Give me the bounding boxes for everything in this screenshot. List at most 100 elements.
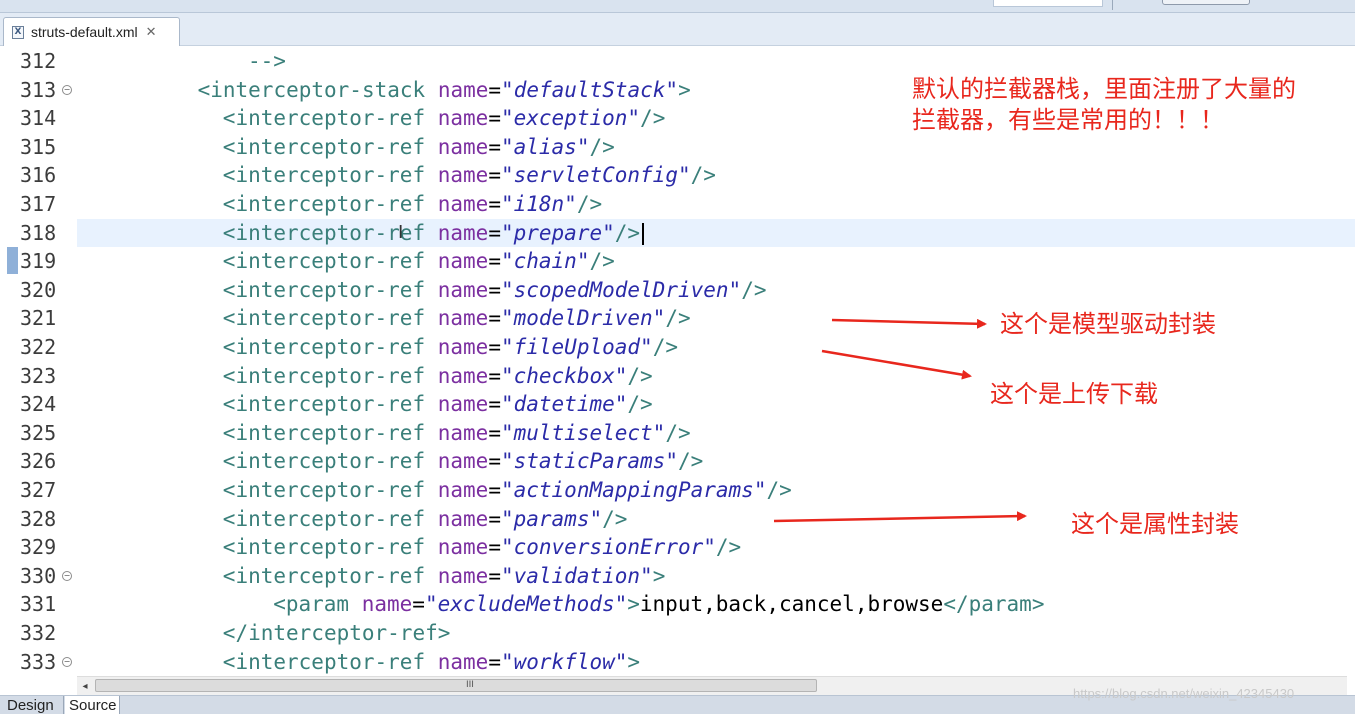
code-token: =: [488, 392, 501, 417]
code-text[interactable]: <interceptor-stack name="defaultStack">: [198, 78, 691, 102]
code-token: "defaultStack": [501, 77, 679, 102]
code-token: />: [602, 506, 628, 531]
code-line[interactable]: 332 </interceptor-ref>: [0, 619, 1355, 647]
line-number: 313: [20, 77, 57, 102]
code-text[interactable]: <interceptor-ref name="validation">: [223, 564, 666, 588]
code-token: name: [437, 306, 489, 331]
toolbar-button[interactable]: [1162, 0, 1250, 5]
code-token: name: [437, 478, 489, 502]
toolbar-field[interactable]: [993, 0, 1103, 7]
code-token: name: [437, 220, 489, 245]
fold-toggle-icon[interactable]: −: [62, 656, 72, 667]
code-line[interactable]: 327 <interceptor-ref name="actionMappingP…: [0, 476, 1355, 504]
code-token: >: [652, 563, 666, 588]
code-token: name: [437, 134, 489, 159]
code-token: />: [677, 449, 704, 474]
code-text[interactable]: <interceptor-ref name="modelDriven"/>: [223, 306, 691, 330]
code-text[interactable]: <interceptor-ref name="servletConfig"/>: [223, 163, 716, 187]
code-line[interactable]: 320 <interceptor-ref name="scopedModelDri…: [0, 276, 1355, 304]
source-editor[interactable]: 312 --> 313− <interceptor-stack name="defau…: [0, 46, 1355, 676]
code-text[interactable]: <interceptor-ref name="conversionError"/…: [223, 535, 741, 559]
code-token: "servletConfig": [500, 163, 691, 188]
code-token: />: [627, 363, 653, 388]
code-token: =: [488, 163, 501, 188]
code-text[interactable]: <interceptor-ref name="workflow">: [223, 650, 640, 674]
code-token: <interceptor-ref: [222, 192, 438, 216]
code-token: "params": [500, 506, 603, 531]
fold-toggle-icon[interactable]: −: [62, 84, 72, 95]
code-token: "chain": [500, 249, 590, 274]
annotation-model-driven: 这个是模型驱动封装: [1000, 310, 1216, 338]
code-text[interactable]: <interceptor-ref name="checkbox"/>: [223, 364, 653, 388]
tab-source[interactable]: Source: [65, 696, 120, 714]
code-line[interactable]: 325 <interceptor-ref name="multiselect"/>: [0, 419, 1355, 447]
annotation-file-upload: 这个是上传下载: [990, 380, 1158, 408]
line-number: 323: [20, 363, 57, 388]
code-token: />: [589, 134, 615, 159]
line-number: 328: [20, 506, 57, 531]
code-line[interactable]: 318 <interceptor-ref name="prepare"/>: [0, 218, 1355, 247]
code-token: <interceptor-ref: [222, 134, 438, 159]
code-token: <interceptor-ref: [222, 420, 438, 445]
annotation-default-stack-line2: 拦截器，有些是常用的！！！: [912, 106, 1224, 134]
code-token: name: [437, 163, 489, 188]
code-token: "validation": [500, 563, 653, 588]
code-text[interactable]: </interceptor-ref>: [223, 621, 451, 645]
code-token: =: [488, 249, 501, 274]
code-line[interactable]: 326 <interceptor-ref name="staticParams"/…: [0, 447, 1355, 475]
code-token: />: [589, 249, 615, 274]
line-number: 322: [20, 335, 57, 359]
code-token: "fileUpload": [500, 335, 653, 359]
text-cursor-icon: I: [398, 222, 404, 243]
code-token: =: [488, 363, 501, 388]
top-toolbar-strip: [0, 0, 1355, 13]
code-text[interactable]: <interceptor-ref name="scopedModelDriven…: [223, 278, 767, 302]
code-token: <interceptor-stack: [197, 77, 438, 102]
line-number: 320: [20, 277, 57, 302]
code-token: =: [488, 335, 501, 359]
code-line[interactable]: 333− <interceptor-ref name="workflow">: [0, 648, 1355, 676]
annotation-default-stack-line1: 默认的拦截器栈，里面注册了大量的: [912, 75, 1296, 103]
code-line[interactable]: 317 <interceptor-ref name="i18n"/>: [0, 190, 1355, 218]
code-text[interactable]: <interceptor-ref name="datetime"/>: [223, 392, 653, 416]
code-token: <interceptor-ref: [222, 363, 438, 388]
code-text[interactable]: <interceptor-ref name="params"/>: [223, 507, 628, 531]
code-token: =: [488, 649, 501, 674]
toolbar-separator: [1112, 0, 1113, 10]
scrollbar-thumb[interactable]: III: [95, 679, 817, 692]
code-line[interactable]: 330− <interceptor-ref name="validation">: [0, 562, 1355, 590]
tab-design[interactable]: Design: [3, 696, 64, 714]
code-token: <interceptor-ref: [222, 306, 438, 331]
close-icon[interactable]: ✕: [146, 25, 157, 40]
code-token: =: [488, 192, 501, 216]
code-text[interactable]: <param name="excludeMethods">input,back,…: [273, 592, 1044, 616]
code-text[interactable]: <interceptor-ref name="fileUpload"/>: [223, 335, 678, 359]
code-line[interactable]: 315 <interceptor-ref name="alias"/>: [0, 133, 1355, 161]
scroll-left-icon[interactable]: ◂: [77, 677, 93, 695]
code-text[interactable]: <interceptor-ref name="i18n"/>: [223, 192, 602, 216]
code-line[interactable]: 316 <interceptor-ref name="servletConfig"…: [0, 161, 1355, 189]
code-text[interactable]: <interceptor-ref name="staticParams"/>: [223, 449, 703, 473]
code-token: />: [627, 392, 653, 417]
code-line[interactable]: 331 <param name="excludeMethods">input,ba…: [0, 590, 1355, 618]
code-text[interactable]: -->: [248, 49, 286, 73]
code-token: name: [437, 392, 489, 417]
code-token: >: [678, 77, 691, 102]
line-number: 329: [20, 535, 57, 560]
code-text[interactable]: <interceptor-ref name="multiselect"/>: [223, 421, 691, 445]
code-text[interactable]: <interceptor-ref name="actionMappingPara…: [223, 478, 792, 502]
line-number: 319: [20, 249, 57, 274]
code-text[interactable]: <interceptor-ref name="exception"/>: [223, 106, 666, 130]
code-text[interactable]: <interceptor-ref name="prepare"/>: [223, 220, 645, 245]
code-token: =: [488, 478, 501, 502]
code-text[interactable]: <interceptor-ref name="alias"/>: [223, 135, 615, 159]
line-number: 326: [20, 449, 57, 474]
tab-title: struts-default.xml: [31, 24, 138, 40]
line-number: 318: [20, 220, 57, 245]
line-number: 315: [20, 134, 57, 159]
code-text[interactable]: <interceptor-ref name="chain"/>: [223, 249, 615, 273]
code-line[interactable]: 312 -->: [0, 47, 1355, 75]
code-line[interactable]: 319 <interceptor-ref name="chain"/>: [0, 247, 1355, 275]
fold-toggle-icon[interactable]: −: [62, 570, 72, 581]
tab-struts-default-xml[interactable]: X struts-default.xml ✕: [3, 17, 180, 46]
